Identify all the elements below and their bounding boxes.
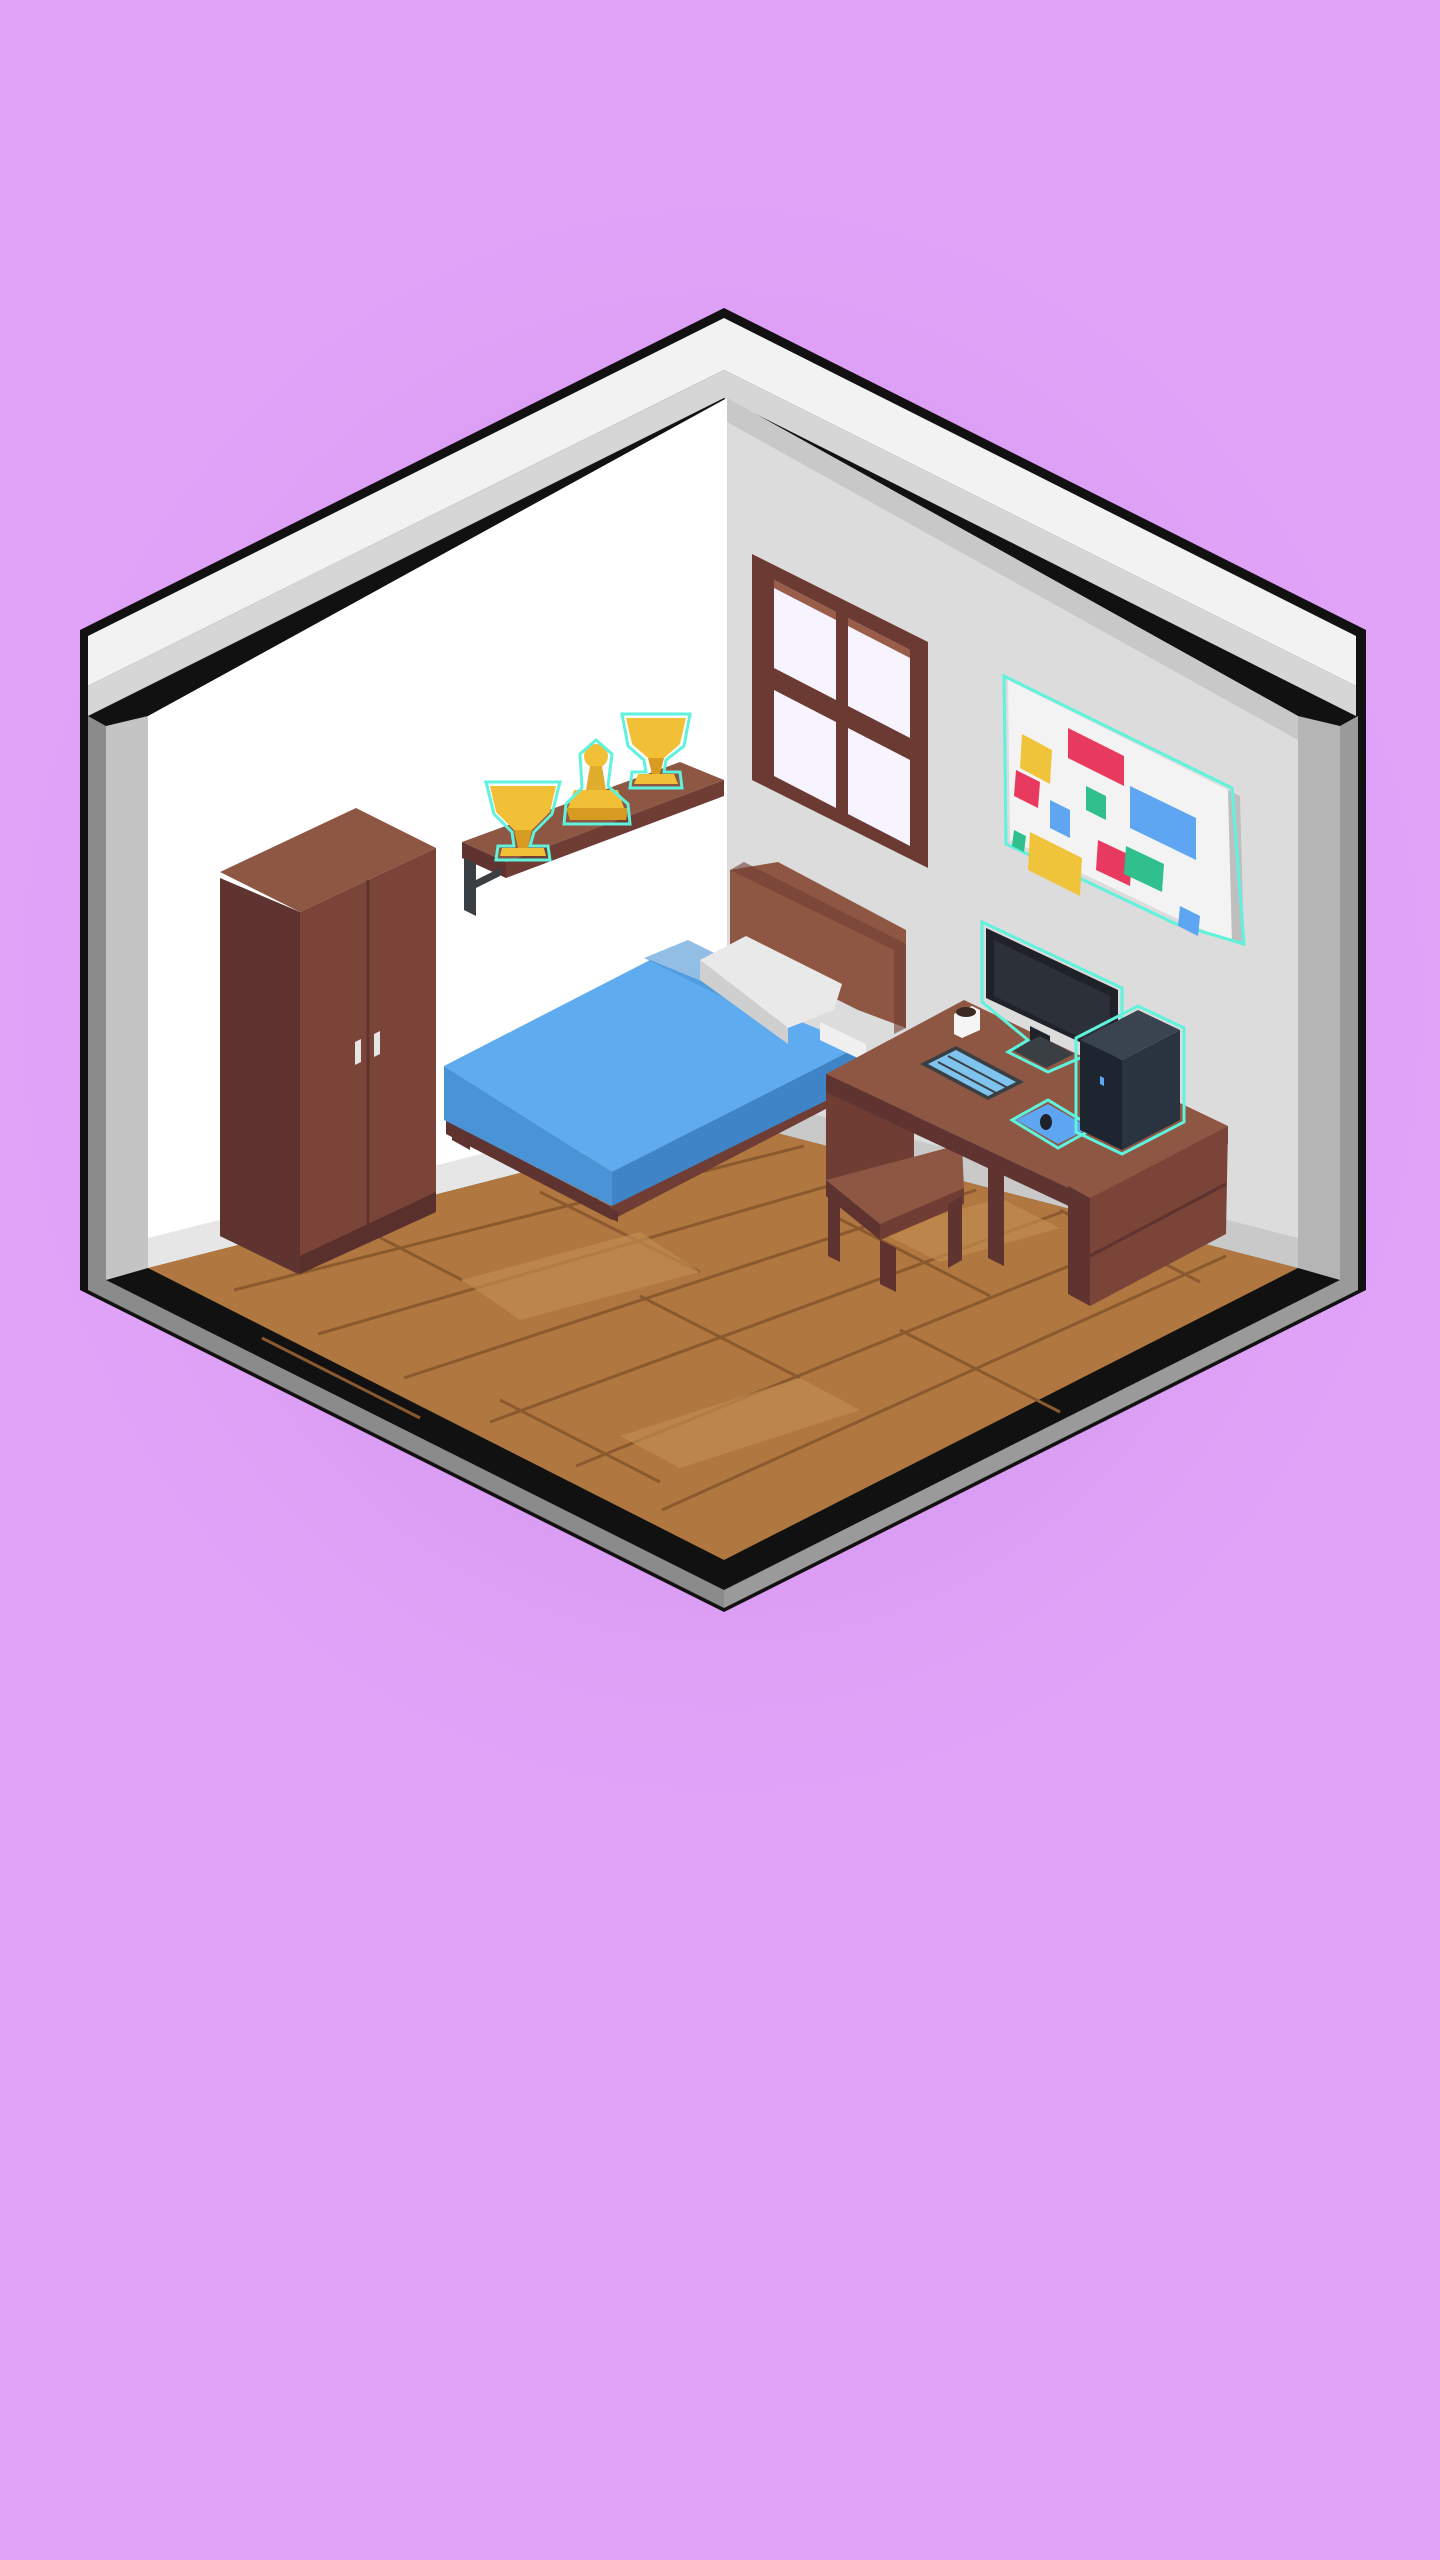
left-wall-edge [106,716,148,1280]
mouse [1040,1114,1052,1130]
pc-tower [1074,1004,1186,1156]
wardrobe [220,808,436,1274]
right-wall-edge [1298,716,1340,1280]
trophy-cup-icon [620,712,692,790]
wardrobe-handle [374,1031,380,1057]
wardrobe-handle [355,1039,361,1065]
room-scene [0,0,1440,2560]
